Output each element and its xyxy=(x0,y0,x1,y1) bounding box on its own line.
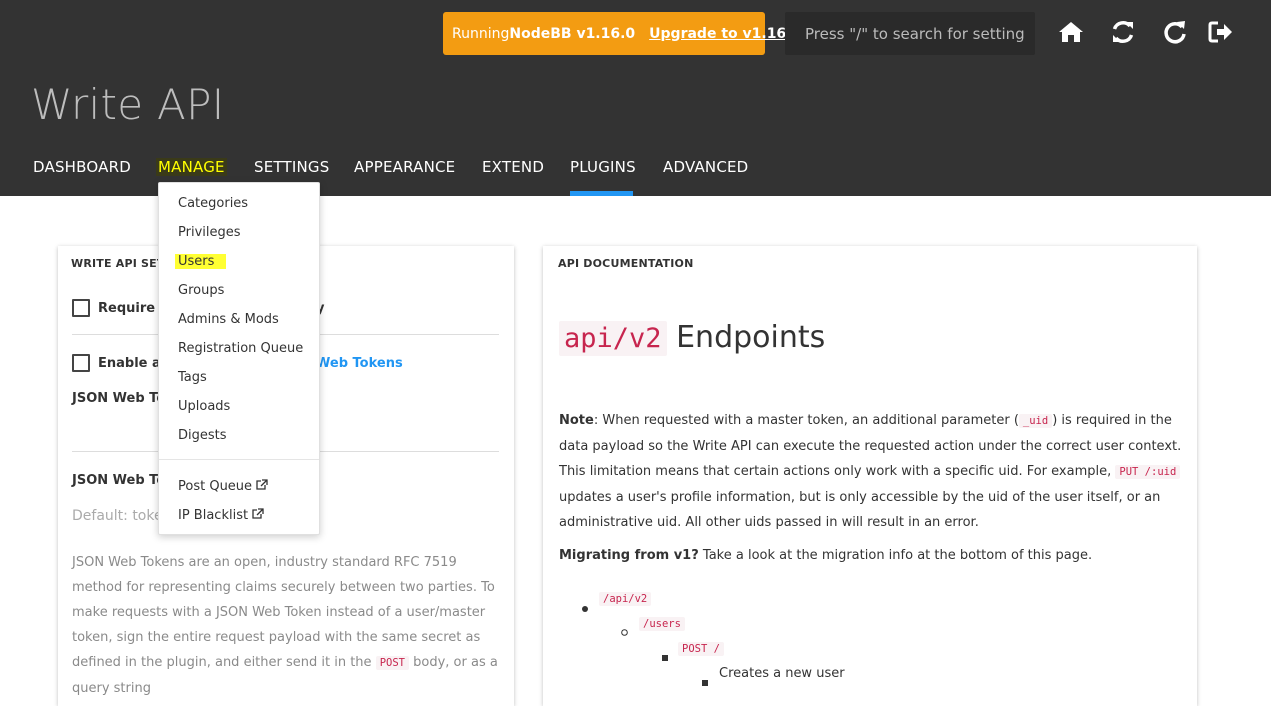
endpoint-code: /users xyxy=(639,617,685,631)
menu-item-privileges[interactable]: Privileges xyxy=(178,225,241,240)
menu-item-registration-queue[interactable]: Registration Queue xyxy=(178,341,303,356)
bullet-square xyxy=(702,671,708,690)
enable-jwt-checkbox[interactable] xyxy=(72,354,90,372)
nav-settings[interactable]: SETTINGS xyxy=(254,158,329,176)
heading-code: api/v2 xyxy=(559,321,667,356)
migration-label: Migrating from v1? xyxy=(559,548,699,563)
jwt-help-text: JSON Web Tokens are an open, industry st… xyxy=(72,550,502,701)
menu-item-post-queue[interactable]: Post Queue xyxy=(178,479,268,494)
bullet-square xyxy=(662,646,668,665)
external-link-icon xyxy=(256,479,268,494)
refresh-icon[interactable] xyxy=(1110,18,1136,46)
bullet-disc xyxy=(582,597,588,616)
note-label: Note xyxy=(559,413,594,428)
menu-item-tags[interactable]: Tags xyxy=(178,370,207,385)
api-documentation-panel: API DOCUMENTATION api/v2 Endpoints Note:… xyxy=(543,246,1197,706)
logout-icon[interactable] xyxy=(1208,18,1234,46)
api-note: Note: When requested with a master token… xyxy=(559,408,1185,535)
migration-note: Migrating from v1? Take a look at the mi… xyxy=(559,548,1185,563)
jwt-param-input[interactable]: Default: toke xyxy=(72,508,163,524)
list-item: /api/v2 xyxy=(599,591,652,606)
jwt-secret-label: JSON Web To xyxy=(72,391,166,406)
list-item: POST / xyxy=(678,641,724,656)
endpoints-heading: api/v2 Endpoints xyxy=(559,320,826,356)
menu-item-users[interactable]: Users xyxy=(175,254,227,269)
list-item: Creates a new user xyxy=(719,666,845,681)
menu-divider xyxy=(159,459,319,460)
list-item: /users xyxy=(639,616,685,631)
settings-search-input[interactable]: Press "/" to search for setting xyxy=(785,12,1035,55)
migration-text: Take a look at the migration info at the… xyxy=(702,548,1093,563)
endpoint-code: POST / xyxy=(678,642,724,656)
help-text-part: JSON Web Tokens are an open, industry st… xyxy=(72,555,495,670)
endpoint-code: /api/v2 xyxy=(599,592,652,606)
nav-dashboard[interactable]: DASHBOARD xyxy=(33,158,131,176)
menu-item-label: Post Queue xyxy=(178,479,253,494)
page-title: Write API xyxy=(31,80,225,129)
external-link-icon xyxy=(252,508,264,523)
menu-item-admins-mods[interactable]: Admins & Mods xyxy=(178,312,279,327)
menu-item-digests[interactable]: Digests xyxy=(178,428,227,443)
admin-header: Running NodeBB v1.16.0 Upgrade to v1.16.… xyxy=(0,0,1271,196)
inline-code: _uid xyxy=(1018,414,1053,428)
manage-dropdown-menu: Categories Privileges Users Groups Admin… xyxy=(158,182,320,535)
bullet-circle xyxy=(621,621,628,640)
nav-extend[interactable]: EXTEND xyxy=(482,158,544,176)
note-text: updates a user's profile information, bu… xyxy=(559,490,1161,530)
json-web-tokens-link[interactable]: Web Tokens xyxy=(316,356,403,371)
banner-version: NodeBB v1.16.0 xyxy=(509,25,636,42)
require-checkbox[interactable] xyxy=(72,299,90,317)
inline-code: POST xyxy=(375,656,409,670)
nav-manage[interactable]: MANAGE xyxy=(156,158,227,176)
jwt-param-label: JSON Web To xyxy=(72,473,166,488)
nav-plugins[interactable]: PLUGINS xyxy=(570,158,636,176)
nav-advanced[interactable]: ADVANCED xyxy=(663,158,748,176)
upgrade-link[interactable]: Upgrade to v1.16.1 xyxy=(649,26,801,42)
menu-item-groups[interactable]: Groups xyxy=(178,283,224,298)
panel-heading: API DOCUMENTATION xyxy=(558,257,694,270)
note-text: : When requested with a master token, an… xyxy=(593,413,1019,428)
home-icon[interactable] xyxy=(1058,18,1084,46)
reload-icon[interactable] xyxy=(1162,18,1188,46)
heading-text: Endpoints xyxy=(676,320,826,355)
menu-item-uploads[interactable]: Uploads xyxy=(178,399,230,414)
nav-appearance[interactable]: APPEARANCE xyxy=(354,158,455,176)
active-tab-indicator xyxy=(570,191,633,196)
menu-item-categories[interactable]: Categories xyxy=(178,196,248,211)
banner-running-label: Running xyxy=(452,25,510,42)
update-banner: Running NodeBB v1.16.0 Upgrade to v1.16.… xyxy=(443,12,801,55)
menu-item-ip-blacklist[interactable]: IP Blacklist xyxy=(178,508,264,523)
menu-item-label: IP Blacklist xyxy=(178,508,249,523)
inline-code: PUT /:uid xyxy=(1115,465,1181,479)
